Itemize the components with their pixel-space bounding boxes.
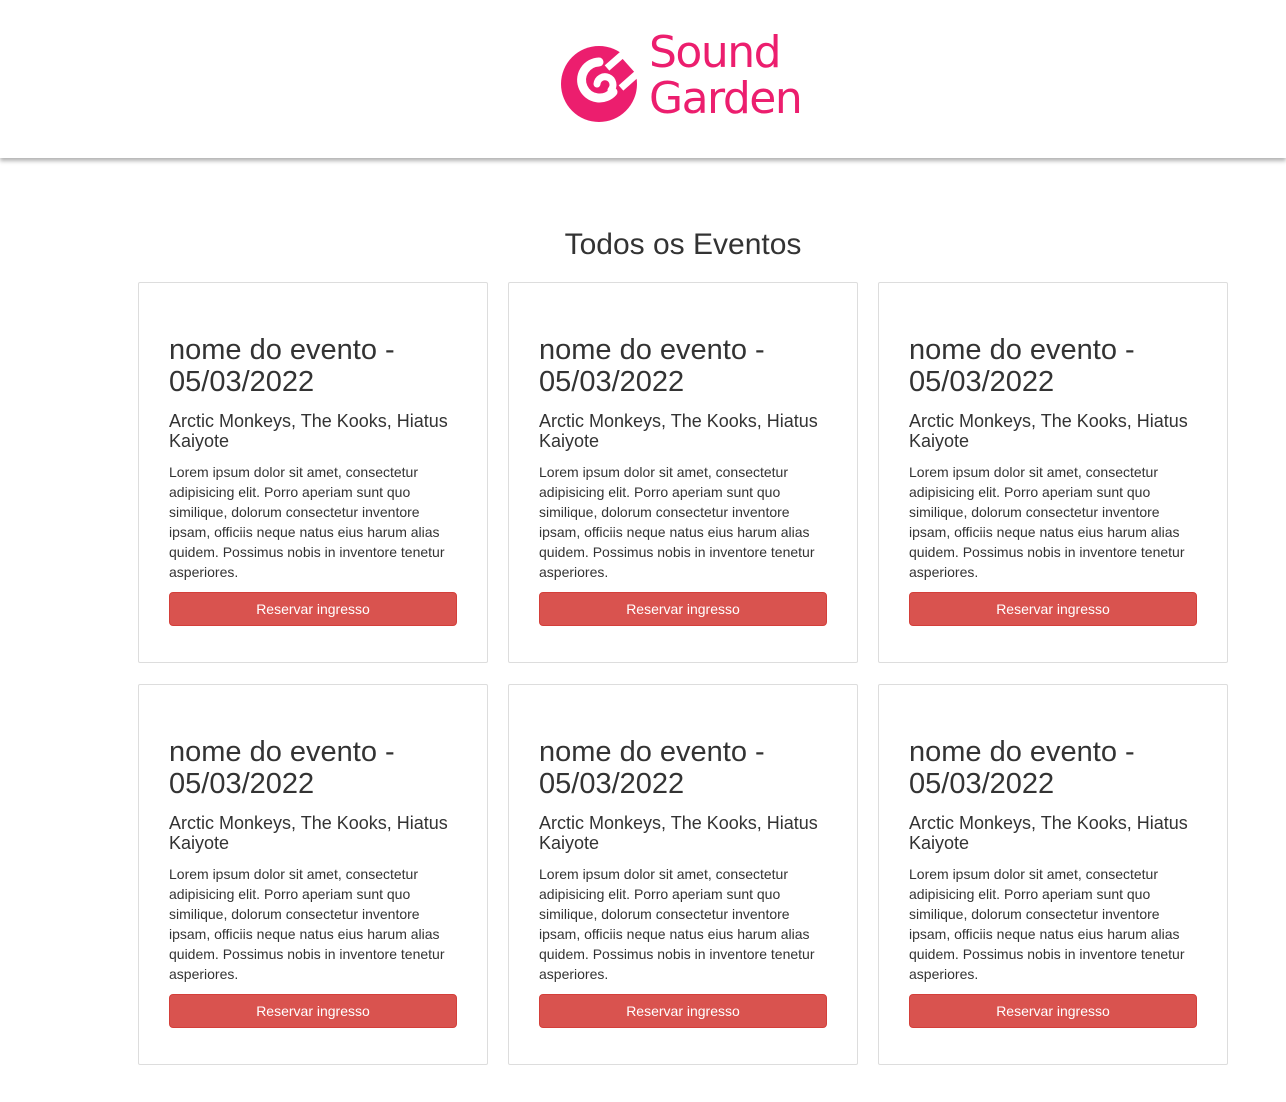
- event-artists: Arctic Monkeys, The Kooks, Hiatus Kaiyot…: [539, 813, 818, 853]
- event-artists: Arctic Monkeys, The Kooks, Hiatus Kaiyot…: [539, 411, 818, 451]
- event-description: Lorem ipsum dolor sit amet, consectetur …: [169, 866, 445, 982]
- event-card: nome do evento - 05/03/2022 Arctic Monke…: [508, 282, 858, 663]
- event-description: Lorem ipsum dolor sit amet, consectetur …: [909, 464, 1185, 580]
- event-description: Lorem ipsum dolor sit amet, consectetur …: [169, 464, 445, 580]
- reserve-ticket-button[interactable]: Reservar ingresso: [169, 592, 457, 626]
- reserve-ticket-button[interactable]: Reservar ingresso: [909, 592, 1197, 626]
- event-description: Lorem ipsum dolor sit amet, consectetur …: [539, 464, 815, 580]
- event-title: nome do evento - 05/03/2022: [909, 736, 1135, 800]
- event-title: nome do evento - 05/03/2022: [539, 334, 765, 398]
- reserve-ticket-button[interactable]: Reservar ingresso: [909, 994, 1197, 1028]
- brand-name-line1: Sound: [649, 27, 782, 78]
- event-description: Lorem ipsum dolor sit amet, consectetur …: [539, 866, 815, 982]
- event-title: nome do evento - 05/03/2022: [539, 736, 765, 800]
- reserve-ticket-button[interactable]: Reservar ingresso: [539, 592, 827, 626]
- brand-name: Sound Garden: [649, 27, 803, 124]
- page-title: Todos os Eventos: [564, 228, 802, 261]
- event-title: nome do evento - 05/03/2022: [169, 334, 395, 398]
- event-title: nome do evento - 05/03/2022: [169, 736, 395, 800]
- reserve-ticket-button[interactable]: Reservar ingresso: [539, 994, 827, 1028]
- sound-garden-logo[interactable]: Sound Garden: [561, 30, 811, 130]
- event-card: nome do evento - 05/03/2022 Arctic Monke…: [878, 684, 1228, 1065]
- events-grid: nome do evento - 05/03/2022 Arctic Monke…: [138, 282, 1228, 1065]
- reserve-ticket-button[interactable]: Reservar ingresso: [169, 994, 457, 1028]
- event-artists: Arctic Monkeys, The Kooks, Hiatus Kaiyot…: [909, 411, 1188, 451]
- event-card: nome do evento - 05/03/2022 Arctic Monke…: [508, 684, 858, 1065]
- event-title: nome do evento - 05/03/2022: [909, 334, 1135, 398]
- sound-garden-logo-icon: [561, 46, 641, 122]
- brand-name-line2: Garden: [649, 73, 803, 124]
- event-artists: Arctic Monkeys, The Kooks, Hiatus Kaiyot…: [169, 411, 448, 451]
- event-artists: Arctic Monkeys, The Kooks, Hiatus Kaiyot…: [909, 813, 1188, 853]
- event-artists: Arctic Monkeys, The Kooks, Hiatus Kaiyot…: [169, 813, 448, 853]
- event-card: nome do evento - 05/03/2022 Arctic Monke…: [138, 684, 488, 1065]
- event-card: nome do evento - 05/03/2022 Arctic Monke…: [878, 282, 1228, 663]
- event-description: Lorem ipsum dolor sit amet, consectetur …: [909, 866, 1185, 982]
- event-card: nome do evento - 05/03/2022 Arctic Monke…: [138, 282, 488, 663]
- site-header: Sound Garden: [0, 0, 1286, 158]
